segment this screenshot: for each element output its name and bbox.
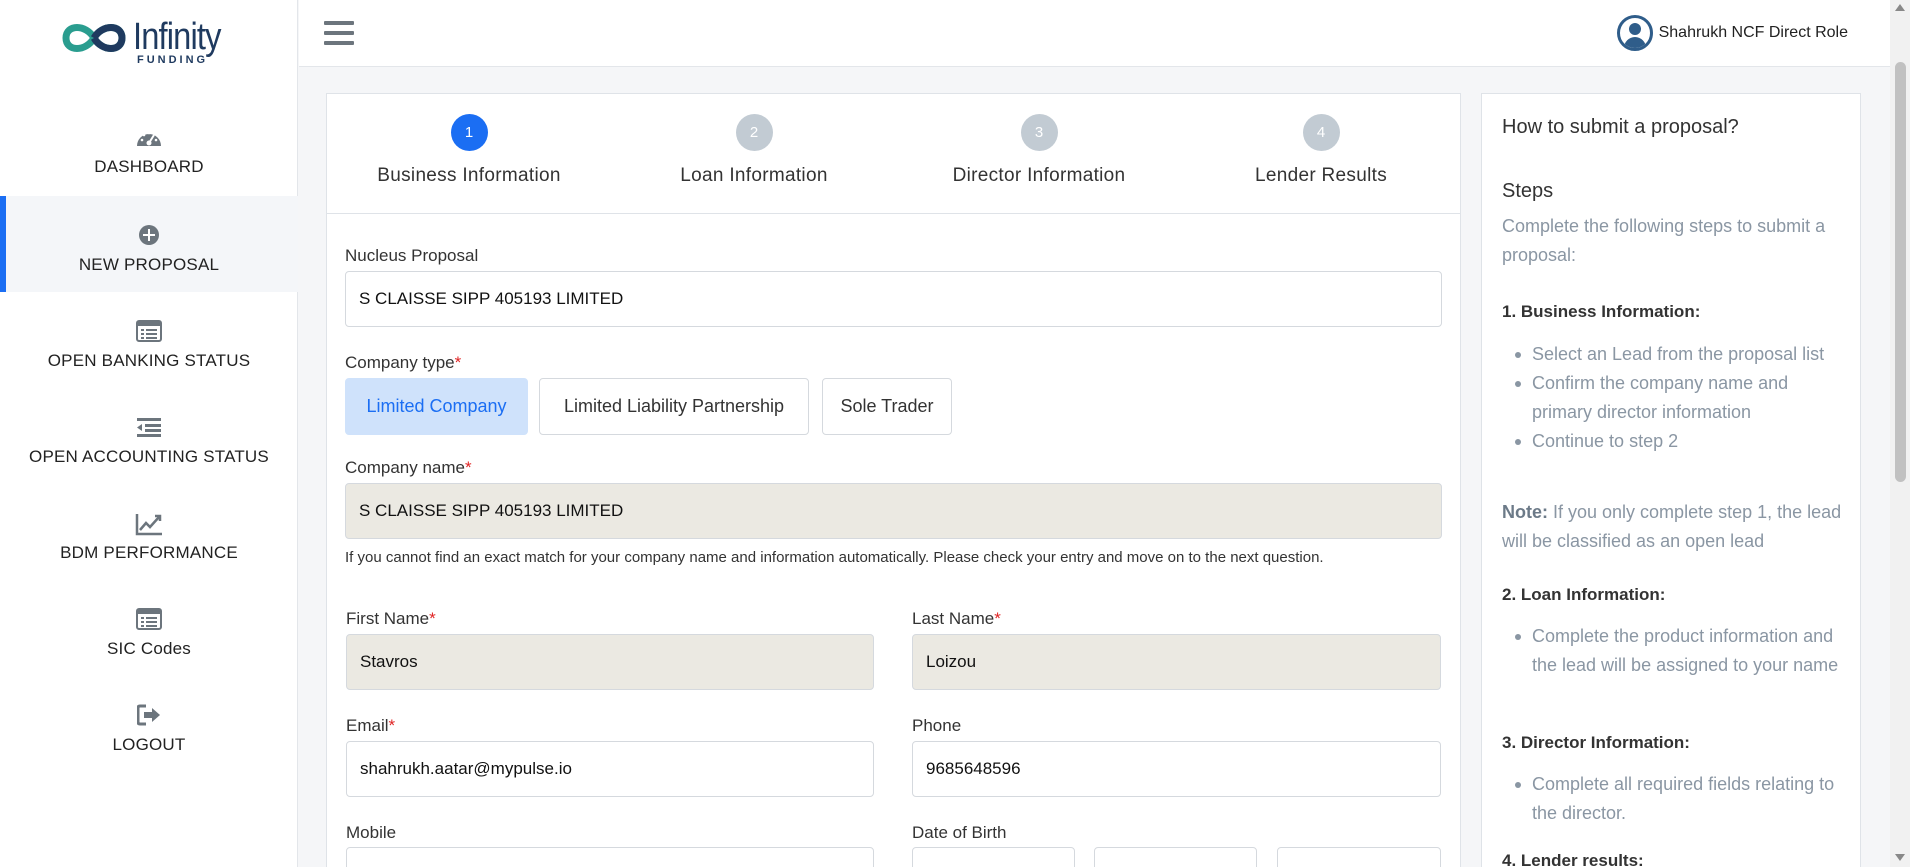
- sidebar-item-label: OPEN BANKING STATUS: [47, 351, 251, 370]
- last-name-field[interactable]: Loizou: [912, 634, 1441, 690]
- step-label: Loan Information: [680, 165, 828, 186]
- list-item: Complete the product information and the…: [1515, 622, 1842, 680]
- scroll-down-arrow-icon[interactable]: [1895, 854, 1905, 861]
- sidebar-item-new-proposal[interactable]: NEW PROPOSAL: [0, 196, 298, 292]
- company-name-help-text: If you cannot find an exact match for yo…: [345, 549, 1324, 566]
- help-step-4-heading: 4. Lender results:: [1502, 851, 1644, 867]
- avatar: [1616, 15, 1653, 51]
- top-navbar: Shahrukh NCF Direct Role: [299, 0, 1890, 67]
- step-number: 1: [450, 114, 488, 151]
- logo-subtitle: FUNDING: [137, 54, 209, 66]
- help-steps-heading: Steps: [1502, 180, 1554, 202]
- sidebar: Infinity FUNDING DASHBOARD NEW PROPOSAL …: [0, 0, 298, 867]
- help-note: Note: If you only complete step 1, the l…: [1502, 502, 1842, 551]
- company-type-limited-company[interactable]: Limited Company: [345, 378, 528, 435]
- sidebar-item-label: SIC Codes: [106, 639, 191, 658]
- sidebar-item-label: BDM PERFORMANCE: [60, 543, 238, 562]
- scrollbar-thumb[interactable]: [1895, 62, 1906, 482]
- infinity-logo-icon: [62, 24, 126, 52]
- dashboard-gauge-icon: [0, 126, 298, 152]
- sidebar-item-label: DASHBOARD: [94, 157, 204, 176]
- phone-field[interactable]: 9685648596: [912, 741, 1441, 797]
- sidebar-item-sic-codes[interactable]: SIC Codes: [0, 580, 298, 676]
- company-name-label: Company name*: [345, 458, 472, 477]
- list-item: Select an Lead from the proposal list: [1515, 340, 1842, 369]
- dob-day-select[interactable]: [912, 847, 1075, 867]
- list-item: Confirm the company name and primary dir…: [1515, 369, 1842, 427]
- sidebar-item-dashboard[interactable]: DASHBOARD: [0, 98, 298, 194]
- user-menu[interactable]: Shahrukh NCF Direct Role: [1616, 14, 1848, 52]
- step-director-information[interactable]: 3 Director Information: [919, 114, 1159, 187]
- help-step-2-list: Complete the product information and the…: [1515, 622, 1842, 680]
- step-loan-information[interactable]: 2 Loan Information: [634, 114, 874, 187]
- date-of-birth-label: Date of Birth: [912, 823, 1007, 842]
- help-step-1-list: Select an Lead from the proposal list Co…: [1515, 340, 1842, 456]
- step-number: 3: [1020, 114, 1058, 151]
- mobile-label: Mobile: [346, 823, 397, 842]
- last-name-label: Last Name*: [912, 609, 1001, 628]
- email-field[interactable]: shahrukh.aatar@mypulse.io: [346, 741, 874, 797]
- infinity-funding-logo[interactable]: Infinity FUNDING: [58, 14, 248, 70]
- scroll-up-arrow-icon[interactable]: [1895, 4, 1905, 11]
- first-name-field[interactable]: Stavros: [346, 634, 874, 690]
- company-type-label: Company type*: [345, 353, 462, 372]
- dob-year-select[interactable]: [1277, 847, 1441, 867]
- help-step-3-list: Complete all required fields relating to…: [1515, 770, 1842, 828]
- sidebar-item-label: LOGOUT: [112, 735, 186, 754]
- dob-month-select[interactable]: [1094, 847, 1257, 867]
- sidebar-item-open-accounting-status[interactable]: OPEN ACCOUNTING STATUS: [0, 388, 298, 484]
- line-chart-icon: [0, 512, 298, 538]
- sidebar-item-label: NEW PROPOSAL: [78, 255, 220, 274]
- nucleus-proposal-label: Nucleus Proposal: [345, 246, 479, 265]
- step-label: Business Information: [377, 165, 561, 186]
- company-name-field[interactable]: S CLAISSE SIPP 405193 LIMITED: [345, 483, 1442, 539]
- list-card-icon: [0, 608, 298, 634]
- step-number: 2: [735, 114, 773, 151]
- step-number: 4: [1302, 114, 1340, 151]
- step-lender-results[interactable]: 4 Lender Results: [1201, 114, 1441, 187]
- help-step-2-heading: 2. Loan Information:: [1502, 585, 1666, 604]
- step-business-information[interactable]: 1 Business Information: [349, 114, 589, 187]
- company-type-llp[interactable]: Limited Liability Partnership: [539, 378, 809, 435]
- page-scrollbar[interactable]: [1890, 0, 1910, 867]
- plus-circle-icon: [0, 224, 298, 250]
- nucleus-proposal-select[interactable]: S CLAISSE SIPP 405193 LIMITED: [345, 271, 1442, 327]
- list-item: Continue to step 2: [1515, 427, 1842, 456]
- user-name: Shahrukh NCF Direct Role: [1658, 24, 1848, 41]
- step-label: Lender Results: [1255, 165, 1387, 186]
- list-card-icon: [0, 320, 298, 346]
- help-step-1-heading: 1. Business Information:: [1502, 302, 1701, 321]
- hamburger-menu-icon[interactable]: [324, 21, 354, 47]
- email-label: Email*: [346, 716, 396, 735]
- mobile-field[interactable]: [346, 847, 874, 867]
- list-item: Complete all required fields relating to…: [1515, 770, 1842, 828]
- indent-list-icon: [0, 416, 298, 442]
- help-panel: How to submit a proposal? Steps Complete…: [1481, 93, 1861, 867]
- help-intro: Complete the following steps to submit a…: [1502, 216, 1826, 265]
- progress-stepper: 1 Business Information 2 Loan Informatio…: [327, 94, 1460, 214]
- sidebar-item-label: OPEN ACCOUNTING STATUS: [29, 447, 269, 466]
- sidebar-item-bdm-performance[interactable]: BDM PERFORMANCE: [0, 484, 298, 580]
- sidebar-item-open-banking-status[interactable]: OPEN BANKING STATUS: [0, 292, 298, 388]
- phone-label: Phone: [912, 716, 962, 735]
- company-type-sole-trader[interactable]: Sole Trader: [822, 378, 952, 435]
- first-name-label: First Name*: [346, 609, 436, 628]
- step-label: Director Information: [952, 165, 1126, 186]
- help-title: How to submit a proposal?: [1502, 116, 1739, 138]
- logout-icon: [0, 704, 298, 730]
- help-step-3-heading: 3. Director Information:: [1502, 733, 1690, 752]
- sidebar-item-logout[interactable]: LOGOUT: [0, 676, 298, 772]
- proposal-form-card: 1 Business Information 2 Loan Informatio…: [326, 93, 1461, 867]
